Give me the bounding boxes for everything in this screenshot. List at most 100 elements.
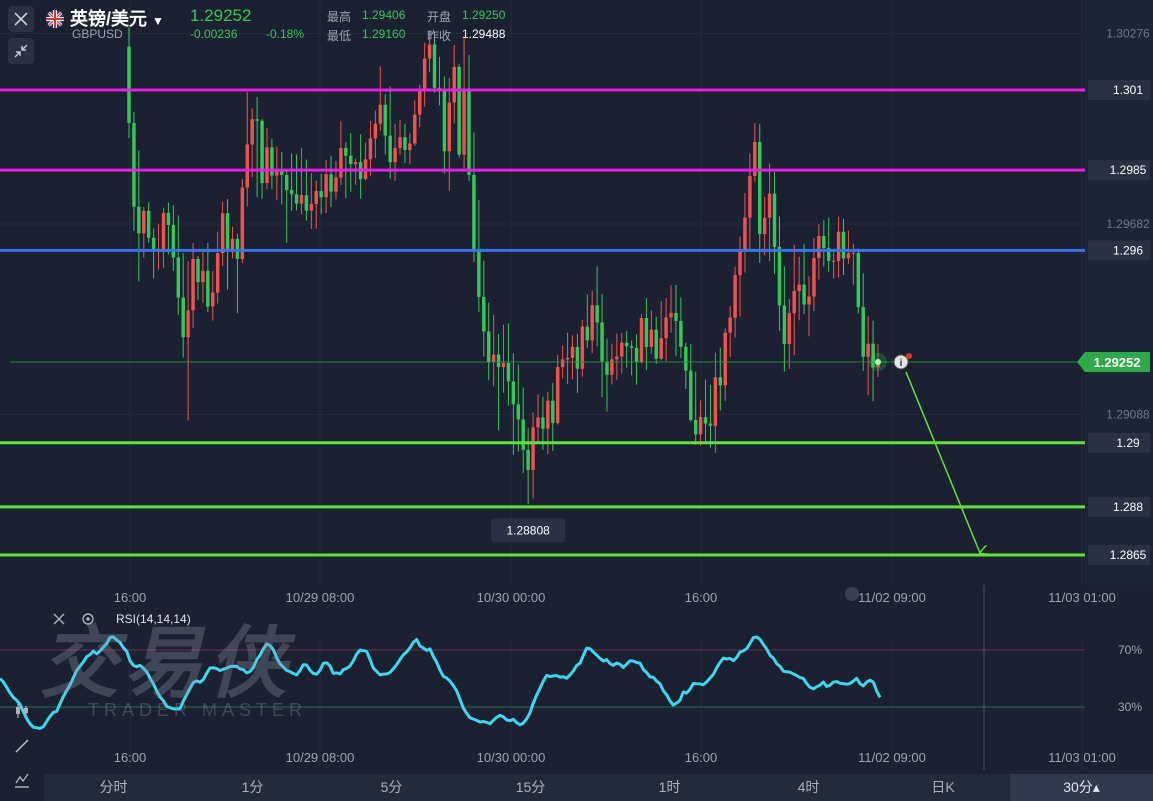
candle-body — [442, 91, 447, 152]
price-change-pct: -0.18% — [266, 27, 305, 41]
candle-body — [797, 284, 801, 292]
time-marker-icon — [845, 587, 859, 601]
chart-background — [0, 0, 1153, 801]
candle-body — [526, 449, 530, 471]
high-value: 1.29406 — [362, 8, 406, 22]
rsi-time-tick: 11/03 01:00 — [1048, 750, 1116, 765]
candle-body — [684, 346, 688, 371]
candle-body — [713, 377, 718, 426]
candle-body — [812, 258, 816, 297]
candle-body — [555, 367, 560, 423]
candle-body — [142, 210, 146, 234]
tab-daily[interactable]: 日K — [878, 774, 1008, 801]
candle-body — [447, 102, 452, 152]
candle-body — [176, 257, 181, 298]
candle-body — [324, 174, 328, 198]
candle-body — [408, 143, 412, 150]
tab-timeshare[interactable]: 分时 — [44, 774, 183, 801]
time-tick: 10/29 08:00 — [286, 590, 355, 605]
candle-style-icon[interactable] — [9, 698, 35, 724]
candle-body — [511, 381, 516, 405]
candle-body — [693, 419, 698, 435]
candle-body — [265, 147, 269, 183]
candle-body — [817, 235, 821, 259]
candle-body — [393, 148, 397, 163]
candle-body — [398, 137, 402, 149]
candle-body — [664, 317, 668, 339]
candle-body — [215, 253, 220, 293]
candle-body — [674, 312, 678, 321]
tab-15min[interactable]: 15分 — [461, 774, 600, 801]
indicator-icon[interactable] — [9, 767, 35, 793]
alert-dot-icon — [906, 352, 912, 359]
candle-body — [132, 123, 136, 207]
draw-line-icon[interactable] — [9, 733, 35, 759]
tab-30min[interactable]: 30分▴ — [1010, 774, 1153, 801]
level-label: 1.301 — [1113, 83, 1143, 97]
price-tick: 1.29682 — [1106, 217, 1150, 231]
chevron-down-icon[interactable]: ▼ — [152, 14, 164, 28]
candle-body — [353, 162, 358, 165]
candle-body — [201, 270, 205, 283]
collapse-icon[interactable] — [8, 38, 34, 64]
candle-body — [413, 114, 417, 144]
tab-5min[interactable]: 5分 — [322, 774, 461, 801]
tab-4hour[interactable]: 4时 — [739, 774, 878, 801]
candle-body — [846, 253, 851, 259]
candle-body — [334, 177, 338, 192]
candle-body — [620, 342, 624, 357]
candle-body — [501, 362, 506, 368]
candle-body — [689, 370, 693, 420]
candle-body — [289, 190, 294, 195]
candle-body — [255, 119, 259, 121]
candle-body — [822, 235, 826, 249]
candle-body — [378, 104, 383, 124]
candle-body — [294, 194, 299, 204]
candle-body — [851, 252, 856, 254]
candle-body — [383, 104, 387, 136]
candle-body — [457, 66, 461, 155]
candle-body — [649, 329, 654, 347]
current-price: 1.29252 — [190, 6, 252, 25]
candle-body — [368, 138, 373, 160]
candle-body — [516, 404, 521, 420]
candle-body — [565, 357, 570, 360]
tab-1hour[interactable]: 1时 — [600, 774, 739, 801]
close-icon[interactable] — [8, 6, 34, 32]
price-chart[interactable]: 1.301 1.2985 1.296 1.29 1.288 1.2865 1.28808 i… — [0, 0, 1153, 801]
candle-body — [427, 44, 432, 59]
uk-flag-icon — [46, 10, 64, 28]
prev-close-label: 昨收 — [427, 29, 452, 43]
rsi-settings-icon[interactable] — [81, 612, 95, 626]
candle-body — [191, 259, 195, 311]
rsi-level-30-label: 30% — [1118, 700, 1142, 714]
drawing-toolbar — [0, 600, 44, 801]
level-label: 1.2865 — [1110, 548, 1147, 562]
symbol-code: GBPUSD — [72, 27, 123, 41]
candle-body — [595, 305, 599, 323]
candle-body — [275, 171, 279, 176]
candle-body — [521, 419, 525, 450]
candle-body — [422, 58, 427, 90]
level-label: 1.296 — [1113, 243, 1143, 257]
candle-body — [762, 217, 767, 234]
candle-body — [349, 155, 353, 165]
candle-body — [748, 175, 752, 218]
candle-body — [585, 326, 589, 341]
candle-body — [807, 296, 811, 305]
candle-body — [245, 144, 249, 188]
tab-1min[interactable]: 1分 — [183, 774, 322, 801]
level-label: 1.2985 — [1110, 163, 1147, 177]
rsi-close-icon[interactable] — [52, 612, 66, 626]
candle-body — [260, 120, 264, 183]
current-price-tag-label: 1.29252 — [1094, 355, 1141, 370]
candle-body — [639, 318, 644, 363]
candle-body — [698, 417, 703, 435]
candle-body — [486, 331, 491, 362]
candle-body — [196, 259, 200, 283]
candle-body — [506, 362, 511, 382]
high-label: 最高 — [327, 10, 352, 24]
candle-body — [551, 400, 555, 423]
candle-body — [220, 213, 225, 254]
candle-body — [836, 231, 841, 261]
